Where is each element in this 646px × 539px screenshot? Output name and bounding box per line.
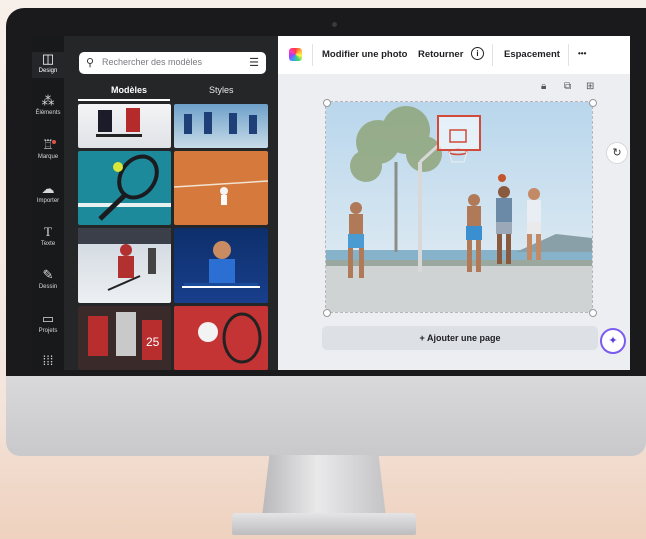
template-thumb-tennis-racket[interactable] xyxy=(78,151,171,225)
spacing-button[interactable]: Espacement xyxy=(504,49,560,60)
search-input[interactable]: ⚲ Rechercher des modèles ☰ xyxy=(79,52,266,74)
editor-toolbar: Modifier une photo Retourner i Espacemen… xyxy=(278,36,630,75)
layout-icon: ◫ xyxy=(41,51,55,66)
rail-item-brand[interactable]: ♖ Marque xyxy=(32,138,64,161)
add-page-button[interactable]: + Ajouter une page xyxy=(322,326,598,350)
active-tab-indicator xyxy=(78,99,170,101)
monitor-chin xyxy=(6,376,646,456)
template-thumb-basketball[interactable]: 25 xyxy=(78,306,171,370)
magic-sparkle-icon[interactable]: ✦ xyxy=(600,328,626,354)
color-swatch[interactable] xyxy=(289,48,302,61)
template-grid: 25 xyxy=(78,104,268,370)
refresh-icon[interactable]: ↻ xyxy=(606,142,628,164)
app-screen: ◫ Design ⁂ Éléments ♖ Marque ☁ Importer … xyxy=(32,36,630,370)
brand-icon: ♖ xyxy=(42,137,54,152)
tab-templates[interactable]: Modèles xyxy=(111,85,147,95)
canvas-area: 🔒︎ ⧉ ⊞ ↻ + Ajouter une page ✦ xyxy=(278,74,630,370)
resize-handle[interactable] xyxy=(323,99,331,107)
rail-item-apps[interactable]: ⁞⁞⁞ xyxy=(32,354,64,368)
jersey-number: 25 xyxy=(146,335,160,349)
toolbar-divider xyxy=(312,44,313,66)
lock-icon[interactable]: 🔒︎ xyxy=(541,81,546,92)
template-thumb-tennis-ball[interactable] xyxy=(174,306,268,370)
resize-handle[interactable] xyxy=(323,309,331,317)
folder-icon: ▭ xyxy=(41,311,55,326)
info-icon[interactable]: i xyxy=(471,47,484,60)
flip-button[interactable]: Retourner xyxy=(418,49,463,60)
add-page-icon[interactable]: ⊞ xyxy=(586,81,594,92)
resize-handle[interactable] xyxy=(589,309,597,317)
toolbar-divider xyxy=(568,44,569,66)
more-options-button[interactable]: ••• xyxy=(578,49,586,58)
toolbar-divider xyxy=(492,44,493,66)
template-thumb-hockey-team[interactable] xyxy=(174,104,268,148)
draw-icon: ✎ xyxy=(42,267,54,282)
rail-item-design[interactable]: ◫ Design xyxy=(32,52,64,78)
camera xyxy=(332,22,337,27)
rail-item-upload[interactable]: ☁ Importer xyxy=(32,182,64,205)
filter-icon[interactable]: ☰ xyxy=(249,56,259,69)
design-page-photo[interactable] xyxy=(325,101,593,313)
search-icon: ⚲ xyxy=(86,57,95,69)
template-thumb-clay-court[interactable] xyxy=(174,151,268,225)
template-thumb-hockey[interactable] xyxy=(78,104,171,148)
template-thumb-table-tennis[interactable] xyxy=(174,228,268,303)
elements-icon: ⁂ xyxy=(41,93,55,108)
templates-panel: ⚲ Rechercher des modèles ☰ Modèles Style… xyxy=(64,36,278,370)
rail-item-elements[interactable]: ⁂ Éléments xyxy=(32,94,64,117)
side-rail: ◫ Design ⁂ Éléments ♖ Marque ☁ Importer … xyxy=(32,36,64,370)
template-thumb-ice-hockey[interactable] xyxy=(78,228,171,303)
upload-icon: ☁ xyxy=(41,181,55,196)
notification-dot xyxy=(52,140,56,144)
rail-item-text[interactable]: T Texte xyxy=(32,225,64,248)
rail-item-draw[interactable]: ✎ Dessin xyxy=(32,268,64,291)
tab-styles[interactable]: Styles xyxy=(209,85,234,95)
apps-grid-icon: ⁞⁞⁞ xyxy=(42,353,54,368)
duplicate-icon[interactable]: ⧉ xyxy=(564,81,571,92)
monitor-stand-base xyxy=(232,513,416,535)
edit-photo-button[interactable]: Modifier une photo xyxy=(322,49,408,60)
resize-handle[interactable] xyxy=(589,99,597,107)
text-icon: T xyxy=(44,224,52,239)
monitor-stand xyxy=(262,455,386,517)
rail-item-projects[interactable]: ▭ Projets xyxy=(32,312,64,335)
